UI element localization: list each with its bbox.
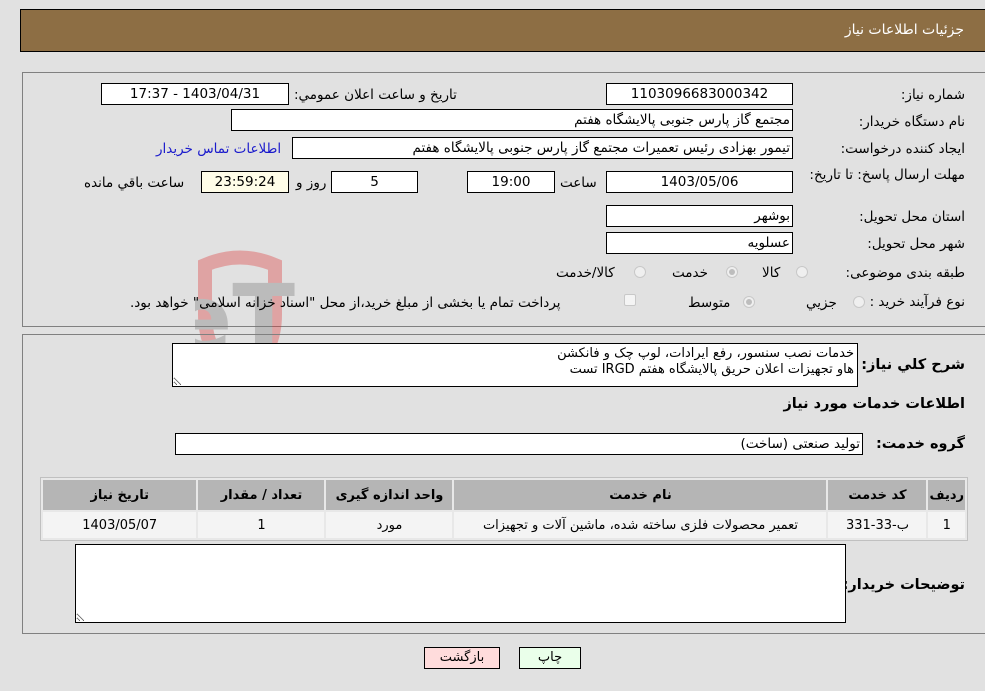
category-radio-goods-service[interactable] bbox=[634, 266, 646, 278]
deadline-time-label: ساعت bbox=[560, 175, 597, 191]
page-title: جزئیات اطلاعات نیاز bbox=[844, 22, 964, 38]
service-group-label: گروه خدمت: bbox=[875, 436, 965, 452]
category-option-goods-service: کالا/خدمت bbox=[556, 265, 615, 281]
category-option-service: خدمت bbox=[672, 265, 708, 281]
col-header-name: نام خدمت bbox=[454, 480, 827, 510]
remaining-time-field: 23:59:24 bbox=[201, 171, 289, 193]
col-header-code: کد خدمت bbox=[828, 480, 927, 510]
requester-label: ایجاد کننده درخواست: bbox=[840, 141, 965, 157]
purchase-option-medium: متوسط bbox=[688, 295, 731, 311]
deadline-date-field[interactable]: 1403/05/06 bbox=[606, 171, 793, 193]
description-label: شرح کلي نیاز: bbox=[861, 357, 965, 373]
deadline-time-field[interactable]: 19:00 bbox=[467, 171, 555, 193]
page-header: جزئیات اطلاعات نیاز bbox=[20, 9, 985, 52]
service-group-field[interactable]: تولید صنعتی (ساخت) bbox=[175, 433, 863, 455]
description-textarea[interactable] bbox=[172, 343, 858, 387]
city-field[interactable]: عسلویه bbox=[606, 232, 793, 254]
cell-unit: مورد bbox=[326, 512, 453, 538]
days-label: روز و bbox=[296, 175, 327, 191]
remaining-days-field: 5 bbox=[331, 171, 418, 193]
announce-datetime-field[interactable]: 1403/04/31 - 17:37 bbox=[101, 83, 289, 105]
buyer-contact-link[interactable]: اطلاعات تماس خریدار bbox=[156, 141, 281, 157]
table-row: 1 ب-33-331 تعمیر محصولات فلزی ساخته شده،… bbox=[43, 512, 965, 538]
cell-need-date: 1403/05/07 bbox=[43, 512, 197, 538]
need-number-label: شماره نیاز: bbox=[900, 87, 965, 103]
remaining-time-label: ساعت باقي مانده bbox=[84, 175, 185, 191]
purchase-radio-medium[interactable] bbox=[743, 296, 755, 308]
cell-service-name: تعمیر محصولات فلزی ساخته شده، ماشین آلات… bbox=[454, 512, 827, 538]
col-header-need-date: تاریخ نیاز bbox=[43, 480, 197, 510]
buyer-org-label: نام دستگاه خریدار: bbox=[858, 114, 965, 130]
col-header-unit: واحد اندازه گیری bbox=[326, 480, 453, 510]
services-table: ردیف کد خدمت نام خدمت واحد اندازه گیری ت… bbox=[40, 477, 968, 541]
province-label: استان محل تحویل: bbox=[859, 209, 965, 225]
services-section-title: اطلاعات خدمات مورد نیاز bbox=[783, 396, 965, 412]
category-radio-service[interactable] bbox=[726, 266, 738, 278]
print-button[interactable]: چاپ bbox=[519, 647, 581, 669]
col-header-row: ردیف bbox=[928, 480, 965, 510]
purchase-radio-minor[interactable] bbox=[853, 296, 865, 308]
treasury-note: پرداخت تمام یا بخشی از مبلغ خرید،از محل … bbox=[130, 295, 561, 311]
cell-row-number: 1 bbox=[928, 512, 965, 538]
buyer-notes-label: توضیحات خریدار: bbox=[842, 577, 965, 593]
category-radio-goods[interactable] bbox=[796, 266, 808, 278]
cell-quantity: 1 bbox=[198, 512, 325, 538]
col-header-quantity: تعداد / مقدار bbox=[198, 480, 325, 510]
announce-datetime-label: تاریخ و ساعت اعلان عمومي: bbox=[294, 87, 457, 103]
category-option-goods: کالا bbox=[762, 265, 781, 281]
purchase-type-label: نوع فرآیند خرید : bbox=[869, 294, 965, 310]
buyer-org-field[interactable]: مجتمع گاز پارس جنوبی پالایشگاه هفتم bbox=[231, 109, 793, 131]
requester-field[interactable]: تیمور بهزادی رئیس تعمیرات مجتمع گاز پارس… bbox=[292, 137, 793, 159]
province-field[interactable]: بوشهر bbox=[606, 205, 793, 227]
cell-service-code: ب-33-331 bbox=[828, 512, 927, 538]
services-table-header: ردیف کد خدمت نام خدمت واحد اندازه گیری ت… bbox=[43, 480, 965, 510]
deadline-label: مهلت ارسال پاسخ: تا تاریخ: bbox=[809, 167, 965, 183]
purchase-option-minor: جزيي bbox=[806, 295, 837, 311]
need-number-field[interactable]: 1103096683000342 bbox=[606, 83, 793, 105]
back-button[interactable]: بازگشت bbox=[424, 647, 500, 669]
buyer-notes-textarea[interactable] bbox=[75, 544, 846, 623]
city-label: شهر محل تحویل: bbox=[867, 236, 965, 252]
category-label: طبقه بندی موضوعی: bbox=[845, 265, 965, 281]
treasury-checkbox[interactable] bbox=[624, 294, 636, 306]
